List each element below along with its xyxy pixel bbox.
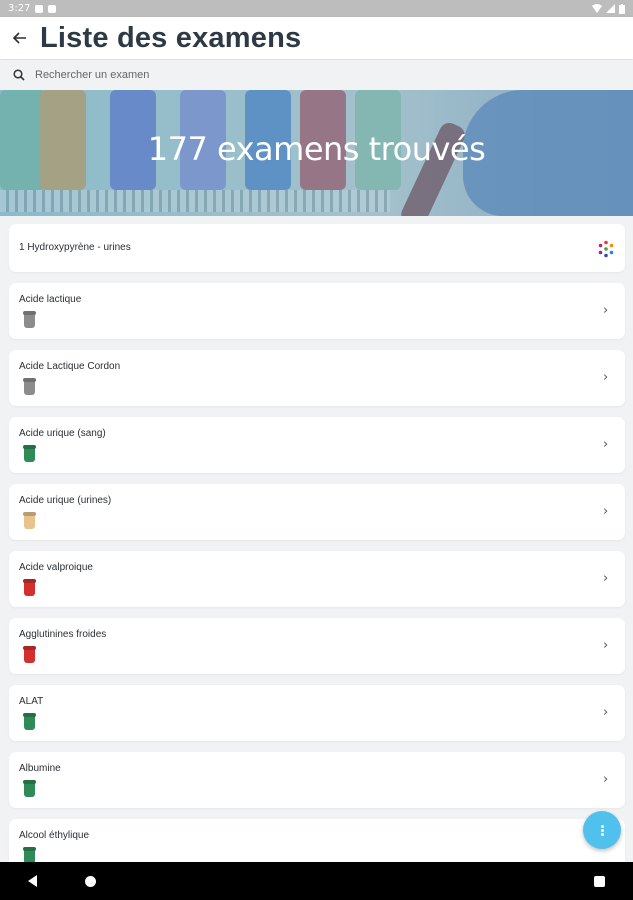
tube-icon (24, 313, 35, 328)
chevron-right-icon: › (603, 303, 609, 318)
search-input[interactable] (35, 69, 595, 81)
system-nav-bar (0, 862, 633, 900)
list-item[interactable]: 1 Hydroxypyrène - urines (9, 224, 625, 272)
exam-name: Acide Lactique Cordon (19, 361, 121, 372)
exam-name: ALAT (19, 696, 44, 707)
exam-name: Acide urique (sang) (19, 428, 106, 439)
chevron-right-icon: › (603, 772, 609, 787)
tube-icon (24, 648, 35, 663)
multicolor-dots-icon (598, 240, 614, 258)
more-vertical-icon (600, 824, 604, 837)
list-item[interactable]: ALAT › (9, 685, 625, 741)
chevron-right-icon: › (603, 370, 609, 385)
exam-name: Acide lactique (19, 294, 82, 305)
list-item[interactable]: Acide valproique › (9, 551, 625, 607)
page-title: Liste des examens (40, 21, 302, 54)
list-item[interactable]: Acide lactique › (9, 283, 625, 339)
battery-icon (619, 3, 625, 14)
exam-name: Albumine (19, 763, 61, 774)
chevron-right-icon: › (603, 638, 609, 653)
list-item[interactable]: Acide urique (sang) › (9, 417, 625, 473)
wifi-icon (592, 4, 602, 13)
tube-icon (24, 380, 35, 395)
status-time: 3:27 (8, 3, 31, 14)
nav-back-icon[interactable] (28, 875, 37, 887)
list-item[interactable]: Acide Lactique Cordon › (9, 350, 625, 406)
more-options-button[interactable] (583, 811, 621, 849)
list-item[interactable]: Acide urique (urines) › (9, 484, 625, 540)
exam-name: 1 Hydroxypyrène - urines (19, 242, 131, 253)
results-count: 177 examens trouvés (147, 130, 486, 168)
nav-home-icon[interactable] (85, 876, 96, 887)
app-bar: Liste des examens (0, 17, 633, 59)
results-banner: 177 examens trouvés (0, 90, 633, 216)
list-item[interactable]: Agglutinines froides › (9, 618, 625, 674)
status-bar: 3:27 (0, 0, 633, 17)
chevron-right-icon: › (603, 705, 609, 720)
chevron-right-icon: › (603, 571, 609, 586)
search-icon (13, 69, 25, 81)
notification-icon (48, 4, 57, 13)
back-arrow-icon[interactable] (0, 17, 40, 59)
nav-recents-icon[interactable] (594, 876, 605, 887)
tube-icon (24, 782, 35, 797)
chevron-right-icon: › (603, 504, 609, 519)
tube-icon (24, 514, 35, 529)
chevron-right-icon: › (603, 437, 609, 452)
exam-list: 1 Hydroxypyrène - urines Acide lactique … (9, 224, 625, 886)
search-bar[interactable] (0, 60, 633, 90)
signal-icon (606, 4, 615, 13)
exam-name: Alcool éthylique (19, 830, 90, 841)
tube-icon (24, 447, 35, 462)
tube-icon (24, 581, 35, 596)
exam-name: Acide valproique (19, 562, 93, 573)
list-item[interactable]: Albumine › (9, 752, 625, 808)
exam-name: Acide urique (urines) (19, 495, 112, 506)
exam-name: Agglutinines froides (19, 629, 107, 640)
notification-icon (35, 4, 44, 13)
tube-icon (24, 715, 35, 730)
